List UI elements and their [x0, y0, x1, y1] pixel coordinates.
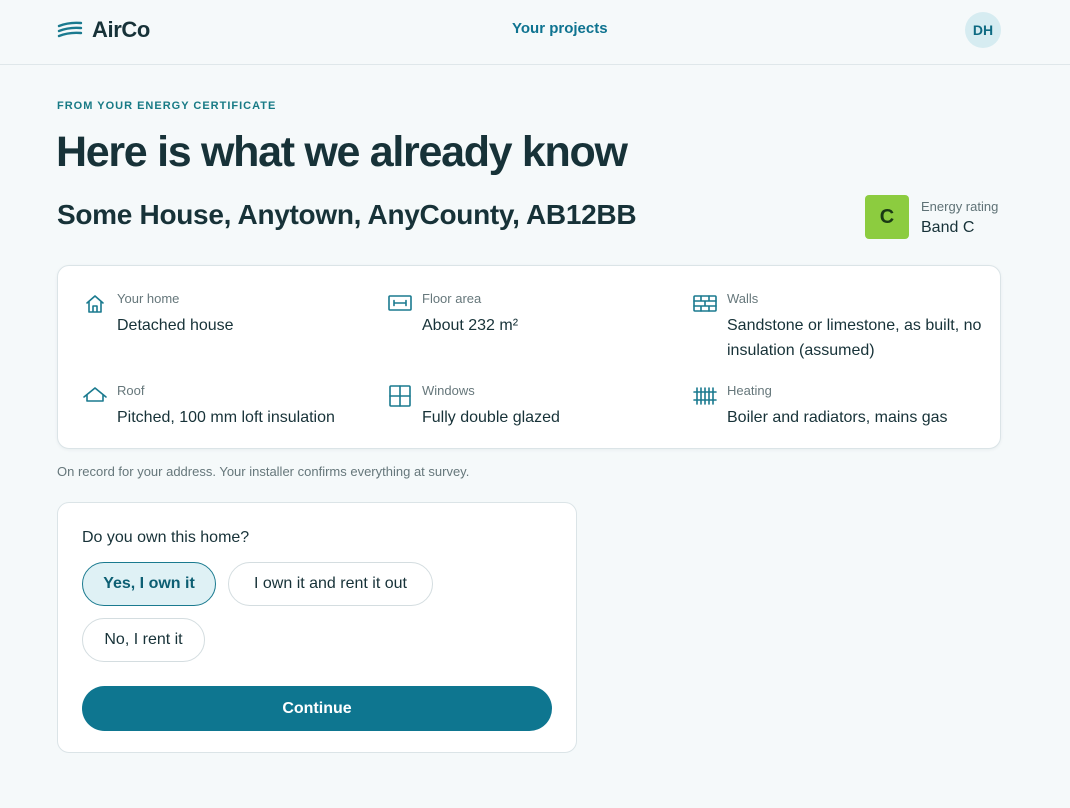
eyebrow: FROM YOUR ENERGY CERTIFICATE: [57, 100, 277, 112]
logo[interactable]: AirCo: [57, 17, 150, 43]
house-icon: [86, 295, 104, 313]
fact-label: Windows: [422, 383, 475, 398]
window-icon: [389, 385, 411, 407]
ownership-card: Do you own this home? Yes, I own it I ow…: [57, 502, 577, 753]
top-bar: AirCo Your projects DH: [0, 0, 1070, 65]
wind-lines-icon: [57, 21, 83, 38]
floor-area-icon: [388, 295, 412, 311]
address: Some House, Anytown, AnyCounty, AB12BB: [57, 199, 637, 230]
fact-label: Roof: [117, 383, 145, 398]
continue-button[interactable]: Continue: [82, 686, 552, 731]
ownership-question: Do you own this home?: [82, 529, 250, 546]
energy-rating-value: Band C: [921, 218, 975, 236]
fact-value: Pitched, 100 mm loft insulation: [117, 409, 335, 426]
option-rent-it[interactable]: No, I rent it: [82, 618, 205, 662]
fact-value: About 232 m²: [422, 317, 519, 334]
fact-value: Detached house: [117, 317, 234, 334]
property-facts-card: Your home Detached house Floor area Abou…: [57, 265, 1001, 449]
energy-rating: C Energy rating Band C: [865, 195, 998, 239]
option-own-and-rent-out[interactable]: I own it and rent it out: [228, 562, 433, 606]
survey-note: On record for your address. Your install…: [57, 464, 470, 479]
energy-rating-label: Energy rating: [921, 198, 999, 214]
radiator-icon: [693, 387, 717, 405]
roof-icon: [83, 387, 107, 402]
nav-your-projects[interactable]: Your projects: [512, 20, 608, 37]
fact-value: Boiler and radiators, mains gas: [727, 409, 948, 426]
fact-value: Fully double glazed: [422, 409, 560, 426]
energy-rating-badge: C: [865, 195, 909, 239]
fact-label: Your home: [117, 291, 180, 306]
fact-label: Floor area: [422, 291, 482, 306]
brick-wall-icon: [693, 295, 717, 312]
fact-label: Walls: [727, 291, 759, 306]
avatar[interactable]: DH: [965, 12, 1001, 48]
fact-label: Heating: [727, 383, 772, 398]
fact-value: Sandstone or limestone, as built, no ins…: [727, 317, 982, 359]
logo-text: AirCo: [92, 17, 150, 42]
option-own-it[interactable]: Yes, I own it: [82, 562, 216, 606]
page-title: Here is what we already know: [56, 128, 628, 176]
